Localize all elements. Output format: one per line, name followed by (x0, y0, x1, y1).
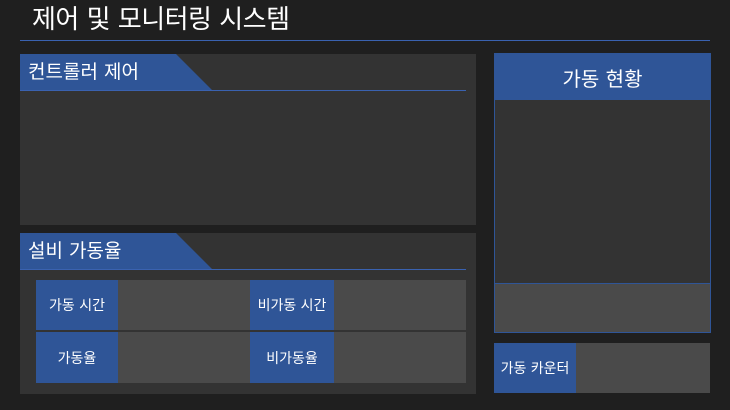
page-title: 제어 및 모니터링 시스템 (32, 5, 290, 35)
uptime-panel-underline (20, 269, 466, 270)
downtime-rate-label: 비가동율 (250, 332, 334, 383)
operation-counter-label: 가동 카운터 (494, 343, 576, 393)
controller-panel: 컨트롤러 제어 (20, 54, 476, 225)
uptime-panel-title: 설비 가동율 (28, 240, 122, 262)
downtime-time-label: 비가동 시간 (250, 280, 334, 330)
uptime-rate-label: 가동율 (36, 332, 118, 383)
uptime-stat-grid: 가동 시간 비가동 시간 가동율 비가동율 (36, 280, 466, 383)
operation-status-footer (495, 283, 710, 332)
operation-status-title: 가동 현황 (495, 54, 710, 100)
operation-status-panel: 가동 현황 (494, 53, 711, 333)
uptime-time-label: 가동 시간 (36, 280, 118, 330)
uptime-time-value (118, 280, 250, 330)
downtime-time-value (334, 280, 466, 330)
controller-panel-underline (20, 90, 466, 91)
uptime-panel: 설비 가동율 가동 시간 비가동 시간 가동율 비가동율 (20, 233, 476, 394)
operation-counter-value (576, 343, 710, 393)
downtime-rate-value (334, 332, 466, 383)
title-divider (20, 40, 710, 41)
uptime-panel-tab: 설비 가동율 (20, 233, 212, 269)
controller-panel-tab: 컨트롤러 제어 (20, 54, 212, 90)
operation-counter: 가동 카운터 (494, 343, 710, 393)
controller-panel-title: 컨트롤러 제어 (28, 61, 139, 83)
uptime-rate-value (118, 332, 250, 383)
